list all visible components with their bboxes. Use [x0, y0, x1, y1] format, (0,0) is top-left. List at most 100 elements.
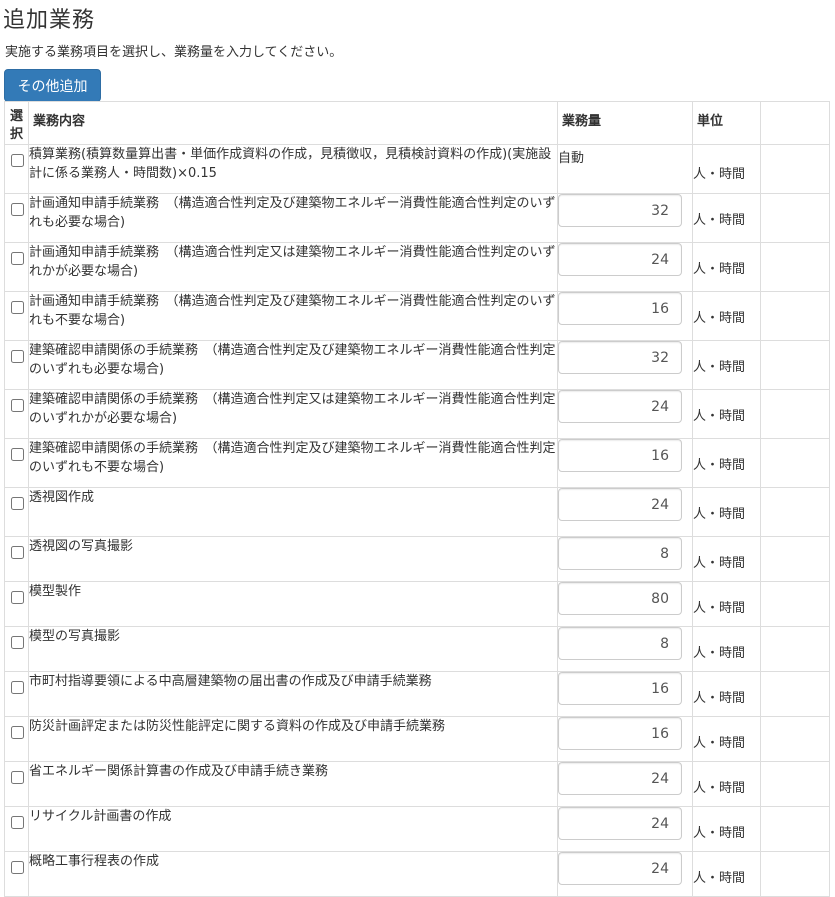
quantity-input[interactable] — [558, 627, 682, 660]
task-select-checkbox[interactable] — [10, 546, 24, 559]
task-description: 防災計画評定または防災性能評定に関する資料の作成及び申請手続業務 — [28, 716, 558, 762]
quantity-input[interactable] — [558, 341, 682, 374]
task-row: 市町村指導要領による中高層建築物の届出書の作成及び申請手続業務 人・時間 — [4, 671, 830, 717]
task-select-checkbox[interactable] — [10, 636, 24, 649]
quantity-cell — [557, 340, 693, 390]
quantity-input[interactable] — [558, 852, 682, 885]
task-row: 模型製作 人・時間 — [4, 581, 830, 627]
quantity-cell — [557, 487, 693, 537]
unit-label: 人・時間 — [693, 458, 746, 473]
task-row: 建築確認申請関係の手続業務 （構造適合性判定及び建築物エネルギー消費性能適合性判… — [4, 340, 830, 390]
quantity-input[interactable] — [558, 194, 682, 227]
select-cell — [4, 487, 29, 537]
quantity-input[interactable] — [558, 807, 682, 840]
task-select-checkbox[interactable] — [10, 301, 24, 314]
extra-cell — [760, 389, 830, 439]
select-cell — [4, 144, 29, 194]
task-description: 積算業務(積算数量算出書・単価作成資料の作成，見積徴収，見積検討資料の作成)(実… — [28, 144, 558, 194]
task-select-checkbox[interactable] — [10, 771, 24, 784]
task-select-checkbox[interactable] — [10, 497, 24, 510]
column-header-select: 選択 — [4, 101, 29, 145]
unit-cell: 人・時間 — [692, 487, 761, 537]
extra-cell — [760, 340, 830, 390]
task-row: リサイクル計画書の作成 人・時間 — [4, 806, 830, 852]
extra-cell — [760, 144, 830, 194]
quantity-input[interactable] — [558, 762, 682, 795]
unit-label: 人・時間 — [693, 507, 746, 522]
task-select-checkbox[interactable] — [10, 591, 24, 604]
task-select-checkbox[interactable] — [10, 252, 24, 265]
task-description: 模型の写真撮影 — [28, 626, 558, 672]
select-cell — [4, 761, 29, 807]
quantity-input[interactable] — [558, 537, 682, 570]
quantity-cell — [557, 716, 693, 762]
quantity-cell — [557, 851, 693, 897]
quantity-cell — [557, 581, 693, 627]
quantity-cell — [557, 389, 693, 439]
unit-cell: 人・時間 — [692, 438, 761, 488]
select-cell — [4, 851, 29, 897]
task-row: 建築確認申請関係の手続業務 （構造適合性判定又は建築物エネルギー消費性能適合性判… — [4, 389, 830, 439]
task-row: 透視図の写真撮影 人・時間 — [4, 536, 830, 582]
select-cell — [4, 242, 29, 292]
extra-cell — [760, 671, 830, 717]
quantity-input[interactable] — [558, 582, 682, 615]
task-description: 計画通知申請手続業務 （構造適合性判定及び建築物エネルギー消費性能適合性判定のい… — [28, 193, 558, 243]
select-cell — [4, 671, 29, 717]
select-cell — [4, 626, 29, 672]
quantity-cell — [557, 761, 693, 807]
select-cell — [4, 716, 29, 762]
unit-label: 人・時間 — [693, 262, 746, 277]
unit-label: 人・時間 — [693, 736, 746, 751]
unit-cell: 人・時間 — [692, 340, 761, 390]
task-description: 計画通知申請手続業務 （構造適合性判定及び建築物エネルギー消費性能適合性判定のい… — [28, 291, 558, 341]
quantity-input[interactable] — [558, 488, 682, 521]
task-row: 模型の写真撮影 人・時間 — [4, 626, 830, 672]
task-description: 建築確認申請関係の手続業務 （構造適合性判定及び建築物エネルギー消費性能適合性判… — [28, 340, 558, 390]
unit-label: 人・時間 — [693, 556, 746, 571]
task-select-checkbox[interactable] — [10, 681, 24, 694]
unit-label: 人・時間 — [693, 311, 746, 326]
column-header-quantity: 業務量 — [557, 101, 693, 145]
task-description: 計画通知申請手続業務 （構造適合性判定又は建築物エネルギー消費性能適合性判定のい… — [28, 242, 558, 292]
select-cell — [4, 581, 29, 627]
quantity-input[interactable] — [558, 292, 682, 325]
task-select-checkbox[interactable] — [10, 816, 24, 829]
task-description: 建築確認申請関係の手続業務 （構造適合性判定又は建築物エネルギー消費性能適合性判… — [28, 389, 558, 439]
task-select-checkbox[interactable] — [10, 350, 24, 363]
unit-label: 人・時間 — [693, 213, 746, 228]
extra-cell — [760, 242, 830, 292]
quantity-input[interactable] — [558, 243, 682, 276]
task-select-checkbox[interactable] — [10, 726, 24, 739]
task-description: リサイクル計画書の作成 — [28, 806, 558, 852]
task-select-checkbox[interactable] — [10, 203, 24, 216]
add-other-button[interactable]: その他追加 — [4, 69, 101, 102]
task-select-checkbox[interactable] — [10, 861, 24, 874]
select-cell — [4, 291, 29, 341]
quantity-input[interactable] — [558, 439, 682, 472]
unit-cell: 人・時間 — [692, 716, 761, 762]
extra-cell — [760, 581, 830, 627]
quantity-input[interactable] — [558, 672, 682, 705]
unit-cell: 人・時間 — [692, 389, 761, 439]
task-row: 省エネルギー関係計算書の作成及び申請手続き業務 人・時間 — [4, 761, 830, 807]
extra-cell — [760, 806, 830, 852]
unit-cell: 人・時間 — [692, 581, 761, 627]
column-header-extra — [760, 101, 830, 145]
quantity-cell — [557, 242, 693, 292]
extra-cell — [760, 487, 830, 537]
quantity-input[interactable] — [558, 390, 682, 423]
unit-cell: 人・時間 — [692, 806, 761, 852]
extra-cell — [760, 536, 830, 582]
quantity-input[interactable] — [558, 717, 682, 750]
task-select-checkbox[interactable] — [10, 154, 24, 167]
task-select-checkbox[interactable] — [10, 448, 24, 461]
table-header-row: 選択 業務内容 業務量 単位 — [4, 101, 830, 145]
unit-label: 人・時間 — [693, 167, 746, 182]
select-cell — [4, 536, 29, 582]
unit-label: 人・時間 — [693, 826, 746, 841]
unit-cell: 人・時間 — [692, 626, 761, 672]
task-select-checkbox[interactable] — [10, 399, 24, 412]
quantity-cell — [557, 626, 693, 672]
quantity-cell: 自動 — [557, 144, 693, 194]
